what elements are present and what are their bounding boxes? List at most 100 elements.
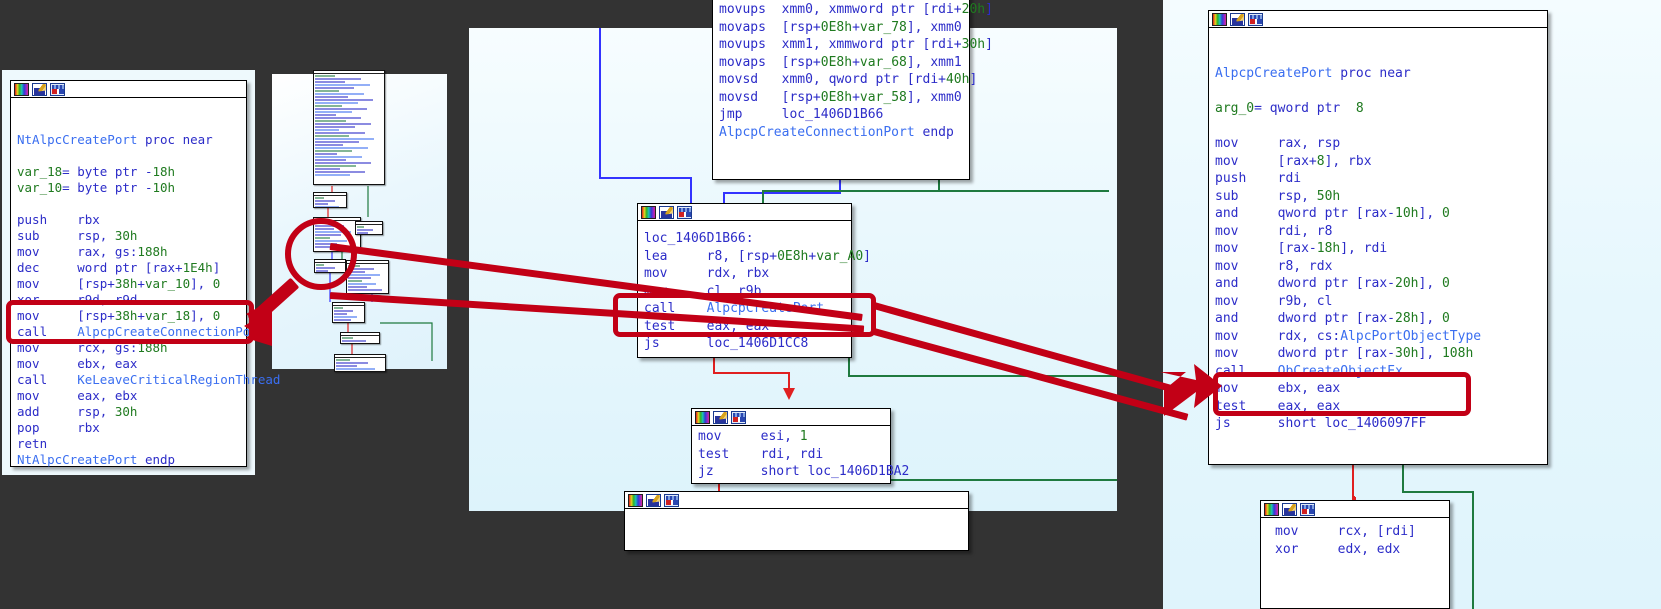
- minimap-code-row: [315, 234, 341, 236]
- code-line: mov eax, ebx: [17, 388, 240, 404]
- minimap-code-row: [315, 96, 348, 98]
- pencil-icon[interactable]: [713, 411, 728, 424]
- code-line: mov rcx, [rdi]: [1275, 523, 1443, 541]
- minimap-code-row: [348, 274, 380, 276]
- code-line: movsd xmm0, qword ptr [rdi+40h]: [719, 71, 963, 89]
- code-line: movaps [rsp+0E8h+var_78], xmm0: [719, 19, 963, 37]
- code-line: and dword ptr [rax-20h], 0: [1215, 275, 1541, 293]
- code-line: mov r9b, cl: [1215, 293, 1541, 311]
- right-code-block[interactable]: AlpcpCreatePort proc near arg_0= qword p…: [1208, 10, 1548, 465]
- left-code-body: NtAlpcCreatePort proc near var_18= byte …: [11, 98, 246, 471]
- center-panel[interactable]: movups xmm0, xmmword ptr [rdi+20h]movaps…: [469, 28, 1117, 511]
- center-block-alpcpcreateconnectionport-tail[interactable]: movups xmm0, xmmword ptr [rdi+20h]movaps…: [712, 0, 970, 180]
- center-block-1-toolbar[interactable]: [638, 204, 851, 221]
- code-line: mov rcx, gs:188h: [17, 340, 240, 356]
- center-block-mov-esi-1[interactable]: mov esi, 1test rdi, rdijz short loc_1406…: [691, 408, 891, 484]
- code-line: [1215, 118, 1541, 136]
- graph-icon[interactable]: [664, 494, 679, 507]
- graph-icon[interactable]: [50, 83, 65, 96]
- minimap-code-row: [315, 78, 361, 80]
- right-bottom-code-block[interactable]: mov rcx, [rdi]xor edx, edx: [1260, 500, 1450, 609]
- minimap-code-row: [315, 246, 353, 248]
- minimap-code-row: [315, 105, 342, 107]
- pencil-icon[interactable]: [1282, 503, 1297, 516]
- code-line: mov [rax+8], rbx: [1215, 153, 1541, 171]
- minimap-code-row: [315, 165, 356, 167]
- minimap-code-row: [315, 99, 373, 101]
- minimap-code-row: [315, 203, 328, 205]
- center-block-3-toolbar[interactable]: [625, 492, 968, 509]
- code-line: mov ebx, eax: [1215, 380, 1541, 398]
- left-code-block[interactable]: NtAlpcCreatePort proc near var_18= byte …: [10, 80, 247, 467]
- minimap-block[interactable]: [313, 70, 385, 185]
- minimap-code-row: [336, 368, 375, 370]
- code-line: [1215, 48, 1541, 66]
- graph-icon[interactable]: [677, 206, 692, 219]
- palette-icon[interactable]: [628, 494, 643, 507]
- minimap-code-row: [315, 108, 367, 110]
- palette-icon[interactable]: [695, 411, 710, 424]
- minimap-code-row: [315, 120, 346, 122]
- palette-icon[interactable]: [1212, 13, 1227, 26]
- pencil-icon[interactable]: [1230, 13, 1245, 26]
- right-panel[interactable]: AlpcpCreatePort proc near arg_0= qword p…: [1163, 0, 1661, 609]
- graph-icon[interactable]: [1248, 13, 1263, 26]
- minimap-code-row: [315, 111, 352, 113]
- right-code-toolbar[interactable]: [1209, 11, 1547, 28]
- minimap-code-row: [315, 138, 374, 140]
- minimap-code-row: [315, 159, 346, 161]
- minimap-block[interactable]: [314, 259, 346, 273]
- minimap-code-row: [315, 123, 371, 125]
- code-line: retn: [17, 436, 240, 452]
- minimap-code-row: [315, 144, 343, 146]
- code-line: NtAlpcCreatePort endp: [17, 452, 240, 468]
- code-line: xor edx, edx: [1275, 541, 1443, 559]
- minimap-code-row: [315, 87, 354, 89]
- minimap-code-row: [348, 286, 367, 288]
- code-line: call KeLeaveCriticalRegionThread: [17, 372, 240, 388]
- pencil-icon[interactable]: [32, 83, 47, 96]
- minimap-code-row: [334, 319, 351, 321]
- right-bottom-toolbar[interactable]: [1261, 501, 1449, 518]
- minimap-block[interactable]: [340, 332, 380, 344]
- minimap-code-row: [315, 129, 339, 131]
- minimap-block[interactable]: [334, 354, 386, 372]
- code-line: mov [rax-18h], rdi: [1215, 240, 1541, 258]
- minimap-code-row: [334, 316, 357, 318]
- minimap-code-row: [315, 197, 324, 199]
- minimap-block[interactable]: [313, 217, 361, 252]
- minimap-code-row: [348, 271, 365, 273]
- graph-icon[interactable]: [1300, 503, 1315, 516]
- minimap-block[interactable]: [313, 192, 347, 208]
- code-line: mov rdx, cs:AlpcPortObjectType: [1215, 328, 1541, 346]
- code-line: dec word ptr [rax+1E4h]: [17, 260, 240, 276]
- code-line: jz short loc_1406D1BA2: [698, 463, 884, 481]
- palette-icon[interactable]: [1264, 503, 1279, 516]
- minimap-code-row: [334, 313, 347, 315]
- minimap-block[interactable]: [346, 260, 389, 294]
- minimap-block-rows: [341, 336, 379, 344]
- minimap-block[interactable]: [355, 221, 383, 235]
- minimap-block-rows: [356, 225, 382, 235]
- pencil-icon[interactable]: [659, 206, 674, 219]
- palette-icon[interactable]: [641, 206, 656, 219]
- minimap-code-row: [315, 147, 368, 149]
- pencil-icon[interactable]: [646, 494, 661, 507]
- code-line: mov r8, rdx: [1215, 258, 1541, 276]
- code-line: mov rax, rsp: [1215, 135, 1541, 153]
- left-code-toolbar[interactable]: [11, 81, 246, 98]
- center-block-0-body: movups xmm0, xmmword ptr [rdi+20h]movaps…: [713, 0, 969, 144]
- center-block-bottom-partial[interactable]: [624, 491, 969, 551]
- minimap-code-row: [315, 75, 335, 77]
- code-line: movups xmm1, xmmword ptr [rdi+30h]: [719, 36, 963, 54]
- minimap-panel[interactable]: [272, 74, 447, 369]
- minimap-canvas[interactable]: [272, 74, 447, 369]
- code-line: xor r9d, r9d: [17, 292, 240, 308]
- center-block-loc-1406D1B66[interactable]: loc_1406D1B66:lea r8, [rsp+0E8h+var_A0]m…: [637, 203, 852, 358]
- palette-icon[interactable]: [14, 83, 29, 96]
- minimap-code-row: [348, 265, 360, 267]
- center-block-2-toolbar[interactable]: [692, 409, 890, 426]
- minimap-block[interactable]: [332, 302, 365, 323]
- graph-icon[interactable]: [731, 411, 746, 424]
- left-panel[interactable]: NtAlpcCreatePort proc near var_18= byte …: [2, 70, 255, 475]
